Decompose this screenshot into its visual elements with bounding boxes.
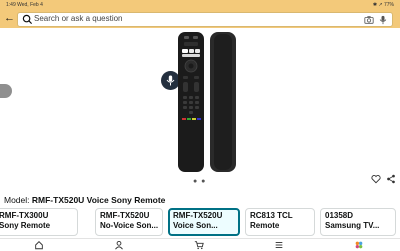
menu-icon[interactable]: [274, 240, 284, 250]
variant-desc: No-Voice Son...: [100, 221, 158, 230]
microphone-icon: [166, 75, 175, 86]
search-header: ← Search or ask a question: [0, 10, 400, 28]
variant-option[interactable]: 01358D Samsung TV...: [320, 208, 396, 236]
status-bar: 1:49 Wed, Feb 4 ✱ ↗ 77%: [0, 0, 400, 10]
variant-option[interactable]: RMF-TX300U Sony Remote: [0, 208, 78, 236]
camera-icon[interactable]: [364, 15, 374, 25]
search-placeholder: Search or ask a question: [34, 14, 123, 23]
variant-name: RMF-TX520U: [173, 211, 223, 220]
profile-icon[interactable]: [114, 240, 124, 250]
variant-name: RC813 TCL: [250, 211, 293, 220]
variant-name: RMF-TX300U: [0, 211, 49, 220]
search-icon: [22, 14, 33, 25]
variant-option[interactable]: RC813 TCL Remote: [245, 208, 315, 236]
back-arrow-icon[interactable]: ←: [4, 12, 15, 24]
variant-option-selected[interactable]: RMF-TX520U Voice Son...: [168, 208, 240, 236]
variant-option[interactable]: RMF-TX520U No-Voice Son...: [95, 208, 163, 236]
variant-desc: Sony Remote: [0, 221, 51, 230]
carousel-indicator: ● ●: [193, 178, 207, 185]
heart-icon[interactable]: [371, 174, 381, 184]
home-icon[interactable]: [34, 240, 44, 250]
share-icon[interactable]: [386, 174, 396, 184]
model-selector-label: Model: RMF-TX520U Voice Sony Remote: [4, 195, 165, 205]
variant-desc: Samsung TV...: [325, 221, 380, 230]
search-input[interactable]: Search or ask a question: [17, 12, 393, 27]
model-value: RMF-TX520U Voice Sony Remote: [31, 195, 166, 205]
product-image[interactable]: [176, 30, 240, 174]
variant-list: RMF-TX300U Sony Remote RMF-TX520U No-Voi…: [0, 208, 400, 238]
variant-name: RMF-TX520U: [100, 211, 150, 220]
status-time: 1:49 Wed, Feb 4: [6, 2, 43, 8]
cart-icon[interactable]: [194, 240, 204, 250]
side-panel-handle[interactable]: [0, 84, 12, 98]
variant-name: 01358D: [325, 211, 354, 220]
microphone-icon[interactable]: [378, 15, 388, 25]
variant-desc: Voice Son...: [173, 221, 218, 230]
assistant-icon[interactable]: [354, 240, 364, 250]
bottom-navigation: [0, 238, 400, 251]
model-label: Model:: [4, 195, 30, 205]
status-indicators: ✱ ↗ 77%: [372, 2, 394, 8]
variant-desc: Remote: [250, 221, 280, 230]
